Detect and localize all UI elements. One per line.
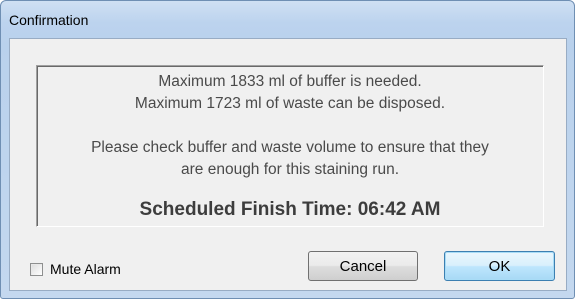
staining-run-text: are enough for this staining run. <box>181 161 399 178</box>
mute-alarm-label[interactable]: Mute Alarm <box>50 261 121 277</box>
cancel-button[interactable]: Cancel <box>308 251 418 281</box>
title-bar[interactable]: Confirmation <box>1 1 574 37</box>
mute-alarm-checkbox-box[interactable] <box>30 262 43 276</box>
buffer-needed-text: Maximum 1833 ml of buffer is needed. <box>158 73 422 90</box>
mute-alarm-checkbox[interactable]: Mute Alarm <box>30 260 121 278</box>
window-title: Confirmation <box>9 12 89 28</box>
waste-disposed-text: Maximum 1723 ml of waste can be disposed… <box>134 95 446 112</box>
ok-button[interactable]: OK <box>444 251 555 281</box>
dialog-client-area: Maximum 1833 ml of buffer is needed. Max… <box>9 38 567 291</box>
confirmation-dialog: Confirmation Maximum 1833 ml of buffer i… <box>0 0 575 299</box>
check-volume-text: Please check buffer and waste volume to … <box>91 139 489 156</box>
message-panel: Maximum 1833 ml of buffer is needed. Max… <box>36 65 544 227</box>
scheduled-finish-time: Scheduled Finish Time: 06:42 AM <box>139 199 441 220</box>
